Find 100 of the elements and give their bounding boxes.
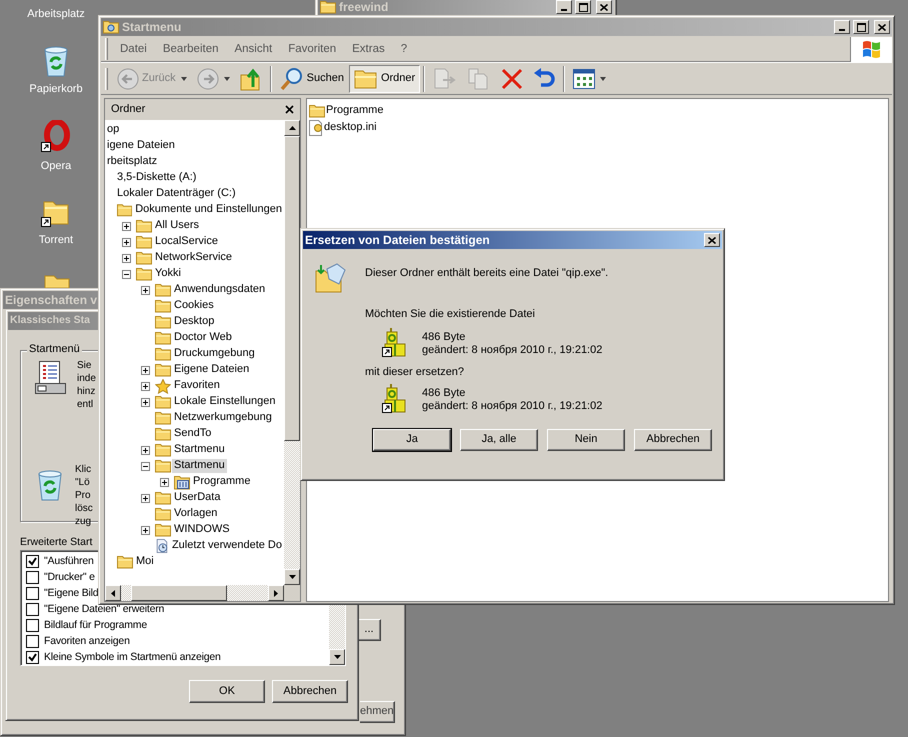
scroll-right-button[interactable] — [268, 585, 284, 601]
checkbox[interactable] — [26, 586, 39, 600]
expand-button[interactable] — [160, 478, 169, 486]
checkbox[interactable] — [26, 634, 39, 648]
checkbox[interactable] — [26, 602, 39, 616]
tree-item[interactable]: Favoriten — [172, 379, 222, 393]
checkbox-label[interactable]: Bildlauf für Programme — [44, 618, 147, 632]
checkbox[interactable] — [26, 618, 39, 632]
desktop-icon-label[interactable]: Torrent — [38, 234, 74, 248]
expand-button[interactable] — [141, 446, 150, 454]
dialog-button[interactable]: Ja, alle — [460, 429, 538, 452]
tree-item[interactable]: Cookies — [172, 299, 216, 313]
browse-button[interactable]: ... — [357, 619, 381, 641]
window-title: freewind — [339, 0, 388, 14]
desktop-icon-label[interactable]: Arbeitsplatz — [27, 8, 85, 22]
tree-item[interactable]: All Users — [153, 219, 202, 233]
minimize-button[interactable] — [834, 20, 850, 34]
close-button[interactable] — [874, 20, 890, 34]
expand-button[interactable] — [141, 398, 150, 406]
tree-item[interactable]: Desktop — [172, 315, 216, 329]
description-text: Klic "Lö Pro lösc zug — [75, 463, 93, 528]
maximize-button[interactable] — [853, 20, 869, 34]
tree-item[interactable]: Moi — [134, 555, 156, 569]
menu-item[interactable]: Datei — [112, 42, 155, 56]
expand-button[interactable] — [141, 366, 150, 374]
checkbox-label[interactable]: "Eigene Dateien" erweitern — [44, 602, 164, 616]
checkbox-label[interactable]: "Eigene Bild — [44, 586, 98, 600]
menu-item[interactable]: ? — [392, 42, 416, 56]
tree-item[interactable]: LocalService — [153, 235, 220, 249]
dialog-button[interactable]: Abbrechen — [634, 429, 712, 452]
expand-button[interactable] — [141, 494, 150, 502]
folder-icon — [117, 555, 133, 569]
menu-item[interactable]: Extras — [344, 42, 393, 56]
star-icon — [155, 378, 171, 394]
minimize-button[interactable] — [556, 0, 572, 14]
folder-icon — [117, 203, 132, 217]
scroll-up-button[interactable] — [284, 120, 300, 136]
dialog-button[interactable]: Nein — [547, 429, 625, 452]
tree-item[interactable]: Programme — [191, 475, 252, 489]
expand-button[interactable] — [122, 254, 131, 262]
checkbox[interactable] — [26, 554, 39, 568]
tree-item[interactable]: Eigene Dateien — [172, 363, 252, 377]
expand-button[interactable] — [141, 382, 150, 390]
checkbox-label[interactable]: Favoriten anzeigen — [44, 634, 130, 648]
tree-item[interactable]: Netzwerkumgebung — [172, 411, 274, 425]
maximize-button[interactable] — [575, 0, 591, 14]
expand-button[interactable] — [141, 286, 150, 294]
desktop-icon-label[interactable]: Papierkorb — [29, 83, 83, 97]
file-name[interactable]: desktop.ini — [324, 120, 377, 134]
tree-item[interactable]: Lokaler Datenträger (C:) — [115, 187, 238, 201]
checkbox[interactable] — [26, 570, 39, 584]
desktop-icon-label[interactable]: Opera — [40, 160, 72, 174]
folder-icon — [155, 491, 171, 505]
dialog-button[interactable]: Ja — [373, 429, 451, 452]
expand-button[interactable] — [141, 526, 150, 534]
checkbox-label[interactable]: Kleine Symbole im Startmenü anzeigen — [44, 650, 221, 664]
close-icon[interactable] — [285, 105, 294, 114]
tree-item[interactable]: UserData — [172, 491, 222, 505]
tree-item[interactable]: Yokki — [153, 267, 183, 281]
scroll-left-button[interactable] — [105, 585, 121, 601]
scrollbar-thumb[interactable] — [284, 136, 300, 441]
tree-item[interactable]: Vorlagen — [172, 507, 220, 521]
folder-icon — [155, 331, 171, 345]
search-button[interactable]: Suchen — [274, 64, 349, 92]
tree-item[interactable]: NetworkService — [153, 251, 234, 265]
checkbox-label[interactable]: "Drucker" e — [44, 570, 95, 584]
scroll-down-button[interactable] — [284, 569, 300, 585]
tree-item[interactable]: Dokumente und Einstellungen — [133, 203, 284, 217]
tree-item[interactable]: Doctor Web — [172, 331, 234, 345]
expand-button[interactable] — [122, 222, 131, 230]
tree-item[interactable]: rbeitsplatz — [105, 155, 160, 169]
tree-item[interactable]: op — [105, 123, 122, 137]
checkbox[interactable] — [26, 650, 39, 664]
tree-item[interactable]: Zuletzt verwendete Do — [170, 539, 284, 553]
collapse-button[interactable] — [141, 462, 150, 470]
checkbox-label[interactable]: "Ausführen — [44, 554, 94, 568]
dialog-button[interactable]: Abbrechen — [272, 680, 348, 704]
folders-button[interactable]: Ordner — [348, 64, 420, 92]
tree-item[interactable]: WINDOWS — [172, 523, 232, 537]
tree-item[interactable]: Druckumgebung — [172, 347, 257, 361]
tree-item[interactable]: SendTo — [172, 427, 214, 441]
tree-item[interactable]: igene Dateien — [105, 139, 177, 153]
dialog-button[interactable]: OK — [189, 680, 265, 704]
menu-item[interactable]: Bearbeiten — [154, 42, 226, 56]
close-button[interactable] — [704, 233, 720, 247]
scrollbar-thumb[interactable] — [131, 585, 227, 601]
menu-item[interactable]: Ansicht — [226, 42, 280, 56]
expand-button[interactable] — [122, 238, 131, 246]
tree-item[interactable]: 3,5-Diskette (A:) — [115, 171, 198, 185]
ring-shortcut-icon[interactable] — [41, 120, 71, 154]
collapse-button[interactable] — [122, 270, 131, 278]
apply-button[interactable]: ehmen — [360, 701, 395, 723]
file-name[interactable]: Programme — [326, 104, 384, 118]
menu-item[interactable]: Favoriten — [280, 42, 344, 56]
close-button[interactable] — [596, 0, 612, 14]
tree-item[interactable]: Anwendungsdaten — [172, 283, 268, 297]
tree-item[interactable]: Lokale Einstellungen — [172, 395, 278, 409]
scroll-down-button[interactable] — [329, 649, 345, 666]
tree-item[interactable]: Startmenu — [172, 443, 227, 457]
tree-item[interactable]: Startmenu — [172, 459, 227, 473]
